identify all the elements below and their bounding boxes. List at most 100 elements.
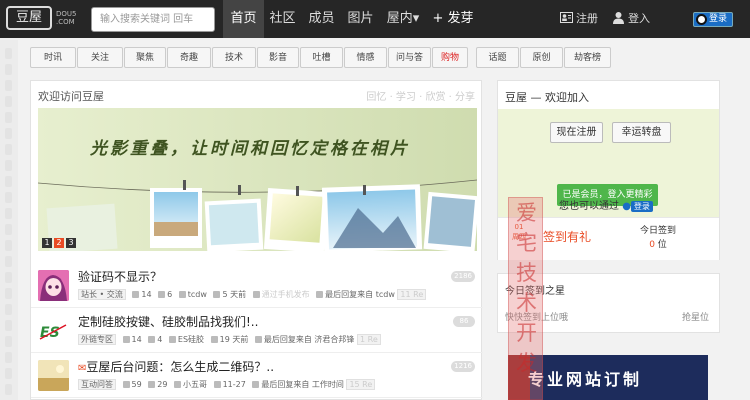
banner-slogan: 光影重叠，让时间和回忆定格在相片 [90,139,410,159]
cat-original[interactable]: 原创 [520,47,563,68]
today-count: 0 [649,240,655,250]
qq-login-small-button[interactable]: 登录 [630,201,653,212]
replies-count: 29 [157,380,168,389]
last-reply-icon [316,291,324,298]
stamp-text: 爱宅技术开发 [516,201,537,375]
slogan-tags: 回忆 · 学习 · 欣赏 · 分享 [366,92,475,103]
last-reply: 最后回复来自 tcdw [325,290,395,299]
last-reply: 最后回复来自 济君合邦锋 [263,335,355,344]
topic-row[interactable]: 验证码不显示？ 站长 • 交流 14 6 tcdw 5 天前 通过手机发布 最后… [31,264,483,308]
cat-media[interactable]: 影音 [257,47,299,68]
cat-qa[interactable]: 问与答 [388,47,431,68]
topic-author[interactable]: tcdw [188,290,207,299]
clock-icon [213,291,221,298]
cat-rant[interactable]: 吐槽 [300,47,343,68]
user-avatar[interactable]: ES [38,315,69,346]
cat-curious[interactable]: 奇趣 [167,47,211,68]
logo-text: 豆屋 [6,6,52,30]
cat-follow[interactable]: 关注 [77,47,123,68]
strip-cell [5,176,12,187]
strip-cell [5,144,12,155]
left-scroll-strip [0,40,18,400]
anime-avatar-icon [38,270,69,301]
nav-post-button[interactable]: + 发芽 [428,0,478,38]
banner-page-2[interactable]: 2 [54,238,64,248]
grab-star-link[interactable]: 抢星位 [682,310,709,323]
cat-tech[interactable]: 技术 [212,47,256,68]
strip-cell [5,320,12,331]
strip-cell [5,368,12,379]
reply-badge: 1 Re [356,334,381,345]
cat-emotion[interactable]: 情感 [344,47,387,68]
topic-author[interactable]: ES硅胶 [178,335,204,344]
strip-cell [5,96,12,107]
topic-node[interactable]: 互动问答 [78,379,116,390]
reply-badge: 15 Re [346,379,376,390]
qq-icon: ● [622,201,631,212]
strip-cell [5,80,12,91]
topic-count-badge: 2186 [451,271,475,282]
lucky-wheel-button[interactable]: 幸运转盘 [612,122,671,143]
topic-title[interactable]: 验证码不显示？ [78,268,162,285]
replies-count: 4 [157,335,163,344]
cat-focus[interactable]: 聚焦 [124,47,166,68]
topic-title[interactable]: ✉豆屋后台问题：怎么生成二维码？.. [78,358,274,375]
strip-cell [5,128,12,139]
topic-time: 11-27 [222,380,246,389]
author-icon [168,336,176,343]
cat-shopping[interactable]: 购物 [432,47,468,68]
register-now-button[interactable]: 现在注册 [550,122,603,143]
topic-meta: 互动问答 59 29 小五哥 11-27 最后回复来自 工作时间 15 Re [78,379,376,390]
nav-home[interactable]: 首页 [223,0,264,38]
strip-cell [5,64,12,75]
logo-subtext: DOU5 .COM [56,10,77,26]
replies-icon [148,381,156,388]
topic-time: 5 天前 [222,290,247,299]
views-count: 14 [141,290,152,299]
nav-community[interactable]: 社区 [264,0,301,38]
register-label: 注册 [576,12,598,25]
topic-meta: 外链专区 14 4 ES硅胶 19 天前 最后回复来自 济君合邦锋 1 Re [78,334,381,345]
cat-news[interactable]: 时讯 [30,47,76,68]
replies-icon [158,291,166,298]
topic-count-badge: 1216 [451,361,475,372]
photo-banner[interactable]: 光影重叠，让时间和回忆定格在相片 1 2 3 [38,108,477,251]
nav-inside-dropdown[interactable]: 屋内▾ [381,0,425,38]
main-panel: 欢迎访问豆屋 回忆 · 学习 · 欣赏 · 分享 光影重叠，让时间和回忆定格在相… [30,80,483,400]
site-logo[interactable]: 豆屋 DOU5 .COM [6,4,80,34]
topic-row[interactable]: ES 定制硅胶按键、硅胶制品找我们!.. 外链专区 14 4 ES硅胶 19 天… [31,309,483,353]
banner-page-3[interactable]: 3 [66,238,76,248]
user-icon [613,12,624,24]
views-count: 14 [131,335,142,344]
banner-photos-illustration [38,108,477,251]
topic-meta: 站长 • 交流 14 6 tcdw 5 天前 通过手机发布 最后回复来自 tcd… [78,289,427,300]
cat-ranking[interactable]: 劫客榜 [564,47,611,68]
banner-page-1[interactable]: 1 [42,238,52,248]
topic-title[interactable]: 定制硅胶按键、硅胶制品找我们!.. [78,313,258,330]
strip-cell [5,192,12,203]
qq-login-button[interactable]: 登录 [693,12,733,27]
watermark-stamp: 爱宅技术开发 [508,197,543,400]
user-avatar[interactable] [38,270,69,301]
strip-cell [5,224,12,235]
topic-row[interactable]: ✉豆屋后台问题：怎么生成二维码？.. 互动问答 59 29 小五哥 11-27 … [31,354,483,398]
clock-icon [210,336,218,343]
topic-author[interactable]: 小五哥 [183,380,207,389]
checkin-button[interactable]: 签到有礼 [543,228,591,245]
today-label: 今日签到 [639,226,676,236]
user-card-icon [560,12,573,23]
user-avatar[interactable] [38,360,69,391]
qq-login-label: 登录 [709,14,728,24]
strip-cell [5,256,12,267]
views-icon [122,381,130,388]
cat-topics[interactable]: 话题 [476,47,519,68]
welcome-title: 欢迎访问豆屋 [38,90,104,103]
login-link[interactable]: 登入 [612,0,650,38]
topic-node[interactable]: 站长 • 交流 [78,289,126,300]
nav-members[interactable]: 成员 [303,0,340,38]
nav-pictures[interactable]: 图片 [342,0,379,38]
clock-icon [213,381,221,388]
register-link[interactable]: 注册 [560,0,598,38]
search-input[interactable] [91,7,215,32]
topic-node[interactable]: 外链专区 [78,334,116,345]
